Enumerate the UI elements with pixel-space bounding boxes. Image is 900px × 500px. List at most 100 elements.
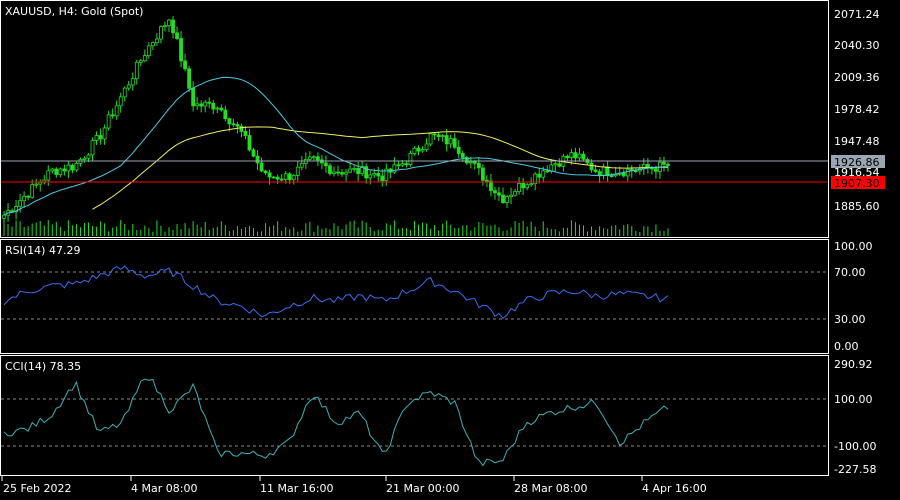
candle: [340, 168, 344, 177]
candle: [14, 199, 18, 220]
candle: [70, 163, 75, 174]
candle: [553, 161, 558, 172]
candle: [621, 169, 626, 178]
candle: [315, 152, 320, 166]
volume-bars: [3, 220, 669, 236]
candle: [235, 121, 240, 134]
candle: [456, 140, 461, 159]
price-tick: 2009.36: [834, 71, 880, 84]
cci-tick: 100.00: [834, 393, 873, 406]
candle: [179, 30, 183, 68]
main-pane-frame[interactable]: [0, 0, 829, 238]
candle: [320, 154, 324, 170]
candle: [50, 167, 55, 174]
candle: [122, 86, 127, 102]
candle: [54, 167, 59, 178]
candle: [525, 182, 530, 191]
ma-fast-line: [3, 76, 669, 216]
time-tick: 4 Mar 08:00: [131, 482, 197, 495]
candle: [364, 163, 369, 184]
candle: [452, 133, 457, 150]
candle: [537, 167, 542, 184]
candle: [155, 33, 159, 46]
candle: [138, 58, 143, 67]
candle: [175, 26, 179, 41]
candle: [307, 151, 312, 161]
candle: [62, 164, 67, 176]
candle: [420, 146, 425, 153]
candle: [211, 99, 216, 115]
rsi-pane-frame[interactable]: [0, 239, 829, 354]
candle: [42, 175, 47, 185]
candle: [203, 99, 208, 113]
candle: [299, 155, 304, 171]
candle: [658, 156, 662, 179]
price-tick: 1978.42: [834, 103, 880, 116]
candle: [247, 128, 252, 152]
candle: [215, 106, 220, 114]
candle: [219, 104, 224, 112]
candle: [505, 194, 509, 208]
time-tick: 4 Apr 16:00: [642, 482, 707, 495]
candle: [440, 133, 445, 142]
candle: [392, 157, 397, 175]
candle: [26, 195, 31, 201]
candle: [243, 126, 248, 140]
candle: [98, 128, 103, 145]
candle: [279, 173, 284, 182]
time-tick: 25 Feb 2022: [3, 482, 71, 495]
candle: [207, 97, 212, 109]
candle: [142, 49, 147, 63]
time-axis[interactable]: 25 Feb 2022 4 Mar 08:00 11 Mar 16:00 21 …: [1, 476, 707, 495]
candle: [573, 147, 578, 163]
candle: [464, 156, 469, 165]
candle: [424, 138, 429, 152]
candle: [66, 160, 71, 179]
candle: [146, 42, 151, 59]
candlesticks: [2, 16, 670, 224]
candle: [581, 151, 586, 162]
candle: [328, 163, 332, 176]
candle: [163, 21, 167, 32]
candle: [485, 175, 489, 188]
candle: [352, 165, 357, 173]
candle: [497, 186, 501, 201]
rsi-tick: 0.00: [834, 340, 859, 353]
candle: [34, 178, 39, 189]
candle: [376, 166, 381, 182]
candle: [501, 187, 505, 204]
candle: [295, 161, 300, 182]
candle: [78, 157, 83, 167]
candle: [58, 167, 63, 178]
candle: [291, 174, 296, 185]
candle: [332, 166, 336, 177]
candle: [460, 150, 465, 162]
candle: [150, 41, 155, 50]
candle: [493, 186, 497, 200]
candle: [432, 132, 437, 140]
candle: [110, 108, 115, 119]
candle: [74, 161, 79, 172]
candle: [187, 65, 192, 92]
candle: [223, 105, 228, 122]
cci-axis: 290.92 100.00 -100.00 -227.58: [834, 358, 876, 476]
candle: [191, 81, 196, 112]
cci-tick: 290.92: [834, 358, 873, 371]
candle: [416, 145, 421, 156]
candle: [118, 92, 123, 113]
candle: [396, 160, 401, 170]
ma-slow-line: [92, 126, 669, 210]
trading-chart[interactable]: XAUUSD, H4: Gold (Spot) RSI(14) 47.29 CC…: [0, 0, 900, 500]
cci-pane-frame[interactable]: [0, 355, 829, 476]
candle: [130, 72, 135, 91]
candle: [231, 118, 236, 128]
candle: [645, 158, 650, 174]
candle: [609, 173, 614, 178]
candle: [255, 150, 260, 170]
candle: [533, 172, 538, 191]
candle: [94, 131, 99, 146]
candle: [275, 174, 280, 184]
candle: [199, 100, 204, 113]
candle: [521, 177, 526, 195]
candle: [336, 165, 340, 176]
